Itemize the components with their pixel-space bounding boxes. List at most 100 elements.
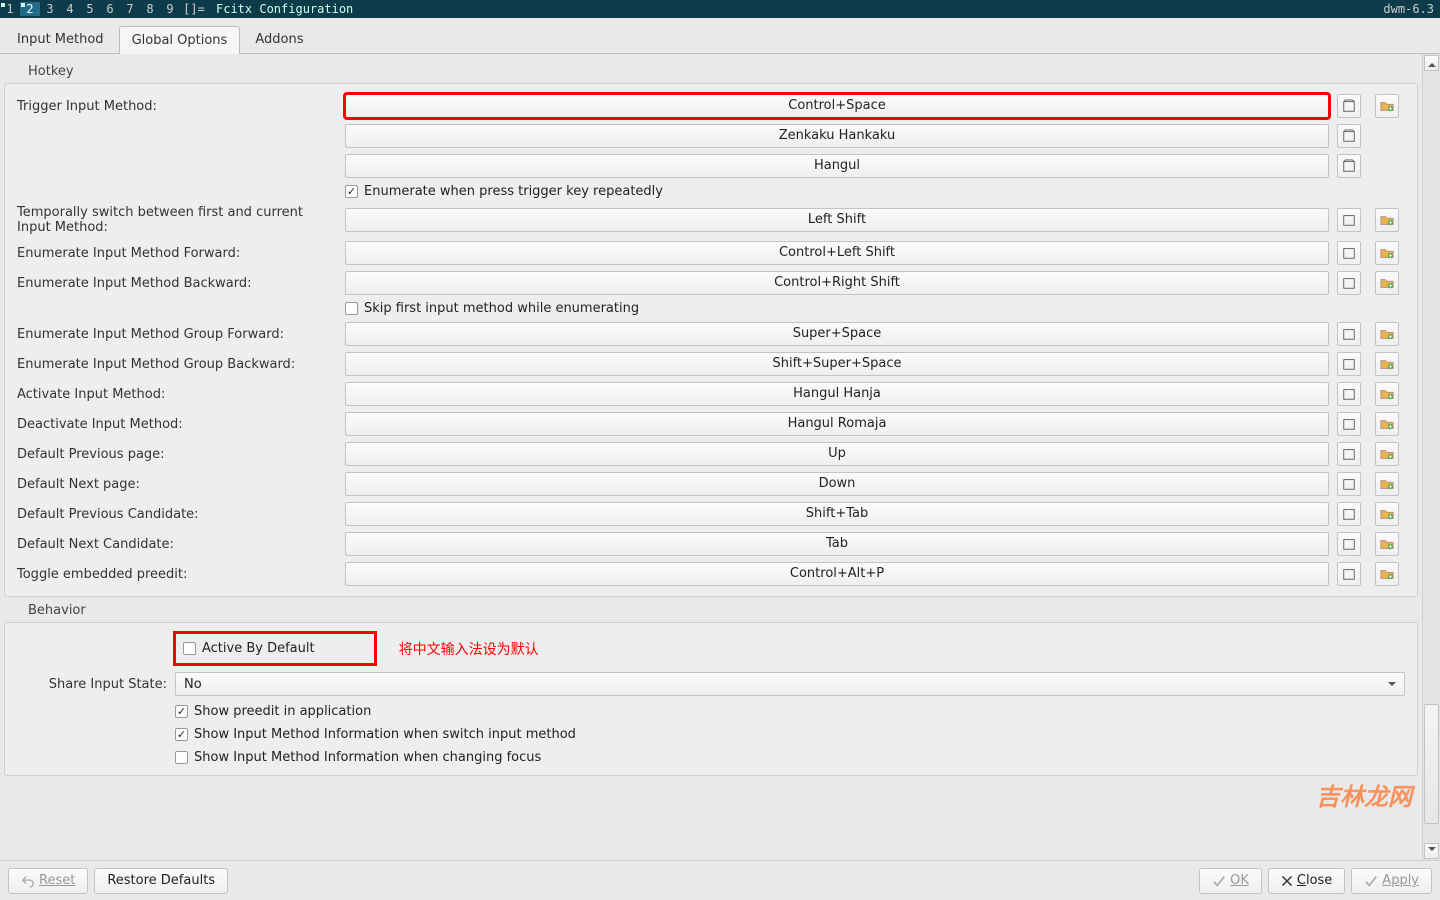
clear-icon[interactable]: [1337, 502, 1361, 526]
ok-button[interactable]: OK: [1199, 868, 1262, 894]
add-folder-icon[interactable]: [1375, 241, 1399, 265]
vertical-scrollbar[interactable]: [1422, 54, 1440, 860]
window-title: Fcitx Configuration: [216, 2, 353, 16]
checkbox-show-preedit[interactable]: [175, 705, 188, 718]
wm-tag-1[interactable]: 1: [0, 2, 20, 16]
wm-layout-symbol[interactable]: []=: [180, 2, 208, 16]
wm-bar: 1 2 3 4 5 6 7 8 9 []= Fcitx Configuratio…: [0, 0, 1440, 18]
label-trigger: Trigger Input Method:: [17, 99, 337, 114]
checkbox-skip-first[interactable]: [345, 302, 358, 315]
reset-button[interactable]: Reset: [8, 868, 88, 894]
active-by-default-row[interactable]: Active By Default: [175, 633, 375, 664]
check-icon: [1364, 874, 1378, 888]
add-folder-icon[interactable]: [1375, 322, 1399, 346]
clear-icon[interactable]: [1337, 442, 1361, 466]
clear-icon[interactable]: [1337, 124, 1361, 148]
hotkey-trigger-2[interactable]: Zenkaku Hankaku: [345, 124, 1329, 148]
wm-version: dwm-6.3: [1383, 2, 1434, 16]
hotkey-trigger-1[interactable]: Control+Space: [345, 94, 1329, 118]
clear-icon[interactable]: [1337, 562, 1361, 586]
checkbox-show-im-switch[interactable]: [175, 728, 188, 741]
apply-button[interactable]: Apply: [1351, 868, 1432, 894]
clear-icon[interactable]: [1337, 352, 1361, 376]
tab-global-options[interactable]: Global Options: [119, 26, 241, 54]
clear-icon[interactable]: [1337, 208, 1361, 232]
wm-tag-3[interactable]: 3: [40, 2, 60, 16]
scroll-thumb[interactable]: [1424, 704, 1439, 824]
annotation-text: 将中文输入法设为默认: [399, 639, 539, 659]
clear-icon[interactable]: [1337, 412, 1361, 436]
hotkey-value[interactable]: Super+Space: [345, 322, 1329, 346]
clear-icon[interactable]: [1337, 271, 1361, 295]
hotkey-value[interactable]: Shift+Tab: [345, 502, 1329, 526]
label-show-im-switch: Show Input Method Information when switc…: [194, 727, 576, 742]
clear-icon[interactable]: [1337, 382, 1361, 406]
checkbox-enumerate-repeat[interactable]: [345, 185, 358, 198]
wm-tag-8[interactable]: 8: [140, 2, 160, 16]
add-folder-icon[interactable]: [1375, 562, 1399, 586]
hotkey-label: Default Previous Candidate:: [17, 507, 337, 522]
hotkey-label: Temporally switch between first and curr…: [17, 205, 337, 235]
wm-tag-6[interactable]: 6: [100, 2, 120, 16]
scroll-up-icon[interactable]: [1424, 55, 1439, 71]
hotkey-label: Default Previous page:: [17, 447, 337, 462]
clear-icon[interactable]: [1337, 532, 1361, 556]
clear-icon[interactable]: [1337, 94, 1361, 118]
clear-icon[interactable]: [1337, 241, 1361, 265]
hotkey-value[interactable]: Tab: [345, 532, 1329, 556]
wm-tag-4[interactable]: 4: [60, 2, 80, 16]
section-behavior: Active By Default 将中文输入法设为默认 Share Input…: [4, 622, 1418, 776]
hotkey-value[interactable]: Control+Alt+P: [345, 562, 1329, 586]
add-folder-icon[interactable]: [1375, 412, 1399, 436]
checkbox-active-by-default[interactable]: [183, 642, 196, 655]
hotkey-value[interactable]: Control+Left Shift: [345, 241, 1329, 265]
add-folder-icon[interactable]: [1375, 442, 1399, 466]
hotkey-value[interactable]: Hangul Hanja: [345, 382, 1329, 406]
add-folder-icon[interactable]: [1375, 382, 1399, 406]
hotkey-label: Enumerate Input Method Group Backward:: [17, 357, 337, 372]
clear-icon[interactable]: [1337, 472, 1361, 496]
restore-defaults-button[interactable]: Restore Defaults: [94, 868, 228, 894]
close-label: lose: [1306, 873, 1332, 888]
tab-input-method[interactable]: Input Method: [4, 25, 117, 53]
hotkey-label: Enumerate Input Method Backward:: [17, 276, 337, 291]
checkbox-show-im-focus[interactable]: [175, 751, 188, 764]
wm-tag-2[interactable]: 2: [20, 2, 40, 16]
scroll-down-icon[interactable]: [1424, 843, 1439, 859]
wm-tag-5[interactable]: 5: [80, 2, 100, 16]
section-behavior-title: Behavior: [4, 597, 1418, 622]
label-skip-first: Skip first input method while enumeratin…: [364, 301, 639, 316]
add-folder-icon[interactable]: [1375, 271, 1399, 295]
clear-icon[interactable]: [1337, 154, 1361, 178]
select-share-state-value: No: [184, 677, 202, 692]
hotkey-label: Toggle embedded preedit:: [17, 567, 337, 582]
hotkey-label: Enumerate Input Method Group Forward:: [17, 327, 337, 342]
app-window: Input Method Global Options Addons Hotke…: [0, 18, 1440, 900]
tab-addons[interactable]: Addons: [242, 25, 316, 53]
undo-icon: [21, 874, 35, 888]
check-icon: [1212, 874, 1226, 888]
add-folder-icon[interactable]: [1375, 352, 1399, 376]
add-folder-icon[interactable]: [1375, 532, 1399, 556]
hotkey-value[interactable]: Left Shift: [345, 208, 1329, 232]
content-pane: Hotkey Trigger Input Method: Control+Spa…: [0, 54, 1422, 860]
wm-tag-7[interactable]: 7: [120, 2, 140, 16]
hotkey-value[interactable]: Hangul Romaja: [345, 412, 1329, 436]
clear-icon[interactable]: [1337, 322, 1361, 346]
hotkey-value[interactable]: Control+Right Shift: [345, 271, 1329, 295]
add-folder-icon[interactable]: [1375, 472, 1399, 496]
select-share-state[interactable]: No: [175, 672, 1405, 696]
wm-tag-9[interactable]: 9: [160, 2, 180, 16]
hotkey-trigger-3[interactable]: Hangul: [345, 154, 1329, 178]
close-icon: [1281, 875, 1293, 887]
hotkey-label: Enumerate Input Method Forward:: [17, 246, 337, 261]
close-button[interactable]: Close: [1268, 868, 1345, 894]
hotkey-value[interactable]: Up: [345, 442, 1329, 466]
section-hotkey: Trigger Input Method: Control+Space Zenk…: [4, 83, 1418, 597]
add-folder-icon[interactable]: [1375, 208, 1399, 232]
hotkey-value[interactable]: Shift+Super+Space: [345, 352, 1329, 376]
add-folder-icon[interactable]: [1375, 94, 1399, 118]
add-folder-icon[interactable]: [1375, 502, 1399, 526]
apply-label: Apply: [1382, 873, 1419, 888]
hotkey-value[interactable]: Down: [345, 472, 1329, 496]
